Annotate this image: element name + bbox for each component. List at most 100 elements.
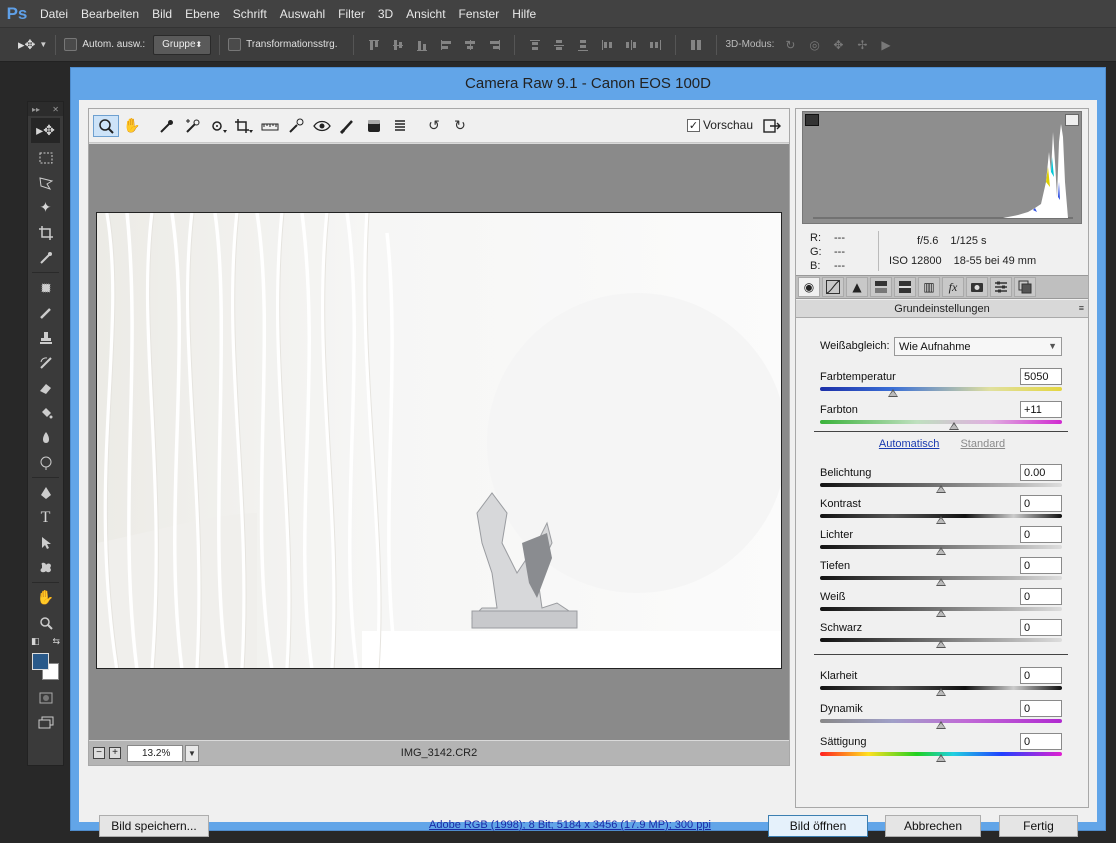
auto-select-checkbox[interactable] <box>64 38 78 51</box>
fullscreen-toggle-icon[interactable] <box>761 115 783 137</box>
adjustment-brush-icon[interactable] <box>335 115 361 137</box>
vibrance-field[interactable]: 0 <box>1020 700 1062 717</box>
temperature-slider[interactable] <box>820 387 1062 391</box>
group-select[interactable]: Gruppe ⬍ <box>153 34 212 55</box>
3d-slide-icon[interactable]: ✢ <box>857 38 871 52</box>
zoom-tool-icon[interactable] <box>93 114 119 137</box>
whites-slider-thumb[interactable] <box>936 609 946 617</box>
temperature-field[interactable]: 5050 <box>1020 368 1062 385</box>
menu-3d[interactable]: 3D <box>372 7 400 21</box>
saturation-slider-thumb[interactable] <box>936 754 946 762</box>
rotate-ccw-icon[interactable]: ↺ <box>421 115 447 137</box>
tab-hsl-icon[interactable] <box>870 277 892 297</box>
switch-colors-icon[interactable]: ⇆ <box>52 637 60 647</box>
temperature-slider-thumb[interactable] <box>887 389 898 397</box>
rotate-cw-icon[interactable]: ↻ <box>447 115 473 137</box>
spot-removal-icon[interactable] <box>283 115 309 137</box>
history-brush-icon[interactable] <box>28 350 63 375</box>
zoom-in-icon[interactable]: + <box>109 747 121 759</box>
align-right-icon[interactable] <box>487 38 501 52</box>
quick-mask-icon[interactable] <box>28 685 63 710</box>
white-balance-select[interactable]: Wie Aufnahme ▼ <box>894 337 1062 356</box>
crop-tool-icon[interactable] <box>231 115 257 137</box>
highlight-clipping-icon[interactable] <box>1065 114 1079 126</box>
hand-tool-icon[interactable]: ✋ <box>119 115 145 137</box>
pen-tool-icon[interactable] <box>28 480 63 505</box>
distribute-hcenter-icon[interactable] <box>624 38 638 52</box>
blacks-field[interactable]: 0 <box>1020 619 1062 636</box>
align-hcenter-icon[interactable] <box>463 38 477 52</box>
zoom-out-icon[interactable]: − <box>93 747 105 759</box>
tab-basic-icon[interactable]: ◉ <box>798 277 820 297</box>
swap-colors-icon[interactable]: ◧ ⇆ <box>28 635 63 649</box>
dodge-tool-icon[interactable] <box>28 450 63 475</box>
contrast-slider-thumb[interactable] <box>936 516 946 524</box>
tint-field[interactable]: +11 <box>1020 401 1062 418</box>
move-tool-icon[interactable]: ▸✥ <box>18 37 35 53</box>
menu-bearbeiten[interactable]: Bearbeiten <box>75 7 146 21</box>
close-icon[interactable]: ✕ <box>52 105 59 114</box>
menu-auswahl[interactable]: Auswahl <box>274 7 332 21</box>
distribute-right-icon[interactable] <box>648 38 662 52</box>
graduated-filter-icon[interactable] <box>361 115 387 137</box>
shadows-slider-thumb[interactable] <box>936 578 946 586</box>
menu-datei[interactable]: Datei <box>34 7 75 21</box>
menu-fenster[interactable]: Fenster <box>453 7 507 21</box>
move-tool-icon[interactable]: ▸✥ <box>31 118 60 143</box>
3d-rotate-icon[interactable]: ↻ <box>785 38 799 52</box>
tab-presets-icon[interactable] <box>990 277 1012 297</box>
align-top-icon[interactable] <box>367 38 381 52</box>
distribute-left-icon[interactable] <box>600 38 614 52</box>
3d-camera-icon[interactable]: ▶ <box>881 38 895 52</box>
distribute-vcenter-icon[interactable] <box>552 38 566 52</box>
tab-tone-curve-icon[interactable] <box>822 277 844 297</box>
shadow-clipping-icon[interactable] <box>805 114 819 126</box>
paint-bucket-icon[interactable] <box>28 400 63 425</box>
preview-toggle[interactable]: ✓ Vorschau <box>686 118 753 132</box>
lasso-tool-icon[interactable] <box>28 170 63 195</box>
tab-snapshots-icon[interactable] <box>1014 277 1036 297</box>
tab-lens-corrections-icon[interactable]: ▥ <box>918 277 940 297</box>
marquee-tool-icon[interactable] <box>28 145 63 170</box>
align-left-icon[interactable] <box>439 38 453 52</box>
hand-tool-icon[interactable]: ✋ <box>28 585 63 610</box>
crop-tool-icon[interactable] <box>28 220 63 245</box>
menu-ansicht[interactable]: Ansicht <box>400 7 452 21</box>
blacks-slider-thumb[interactable] <box>936 640 946 648</box>
align-vcenter-icon[interactable] <box>391 38 405 52</box>
zoom-dropdown-icon[interactable]: ▼ <box>185 744 199 762</box>
color-sampler-icon[interactable] <box>179 115 205 137</box>
white-balance-tool-icon[interactable] <box>153 115 179 137</box>
healing-brush-icon[interactable] <box>28 275 63 300</box>
photo-preview[interactable] <box>96 212 782 669</box>
clarity-slider-thumb[interactable] <box>936 688 946 696</box>
exposure-field[interactable]: 0.00 <box>1020 464 1062 481</box>
highlights-field[interactable]: 0 <box>1020 526 1062 543</box>
align-bottom-icon[interactable] <box>415 38 429 52</box>
zoom-level-field[interactable]: 13.2% <box>127 744 183 762</box>
default-colors-icon[interactable]: ◧ <box>31 637 40 647</box>
red-eye-icon[interactable] <box>309 115 335 137</box>
distribute-top-icon[interactable] <box>528 38 542 52</box>
tab-split-toning-icon[interactable] <box>894 277 916 297</box>
whites-field[interactable]: 0 <box>1020 588 1062 605</box>
tint-slider[interactable] <box>820 420 1062 424</box>
distribute-bottom-icon[interactable] <box>576 38 590 52</box>
vibrance-slider-thumb[interactable] <box>936 721 946 729</box>
done-button[interactable]: Fertig <box>999 815 1078 837</box>
brush-tool-icon[interactable] <box>28 300 63 325</box>
clone-stamp-icon[interactable] <box>28 325 63 350</box>
tools-panel-header[interactable]: ▸▸ ✕ <box>28 102 63 116</box>
default-link[interactable]: Standard <box>960 438 1005 450</box>
highlights-slider-thumb[interactable] <box>936 547 946 555</box>
shadows-field[interactable]: 0 <box>1020 557 1062 574</box>
open-image-button[interactable]: Bild öffnen <box>768 815 868 837</box>
collapse-icon[interactable]: ▸▸ <box>32 105 40 114</box>
tab-effects-icon[interactable]: fx <box>942 277 964 297</box>
3d-pan-icon[interactable]: ✥ <box>833 38 847 52</box>
menu-filter[interactable]: Filter <box>332 7 372 21</box>
tab-camera-calibration-icon[interactable] <box>966 277 988 297</box>
preview-checkbox[interactable]: ✓ <box>686 118 700 132</box>
menu-bild[interactable]: Bild <box>146 7 179 21</box>
eraser-icon[interactable] <box>28 375 63 400</box>
